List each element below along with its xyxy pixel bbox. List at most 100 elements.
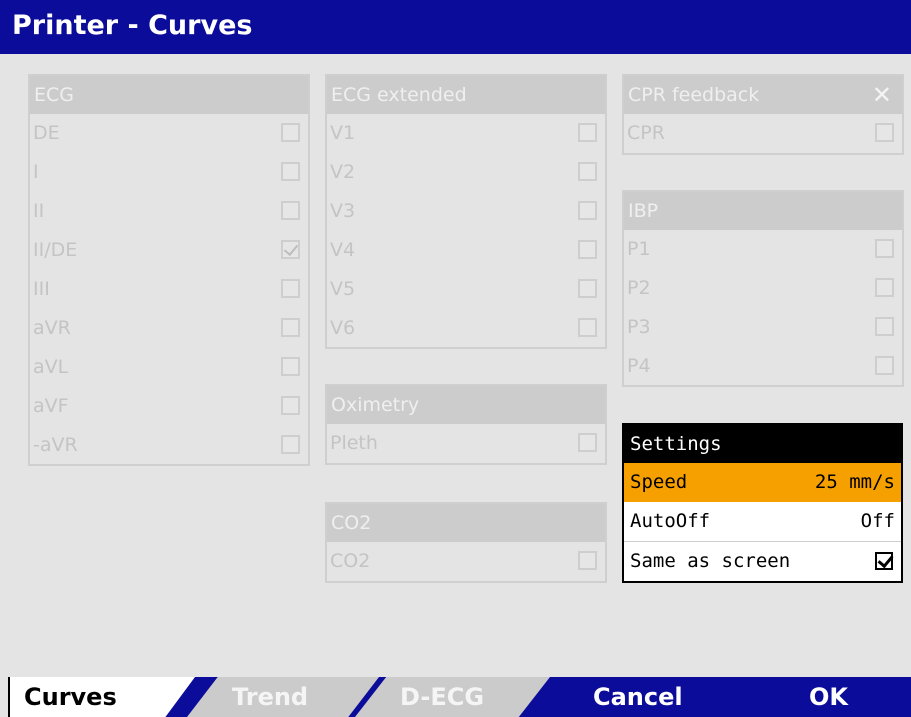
window-title: Printer - Curves [0,0,911,54]
autooff-value: Off [860,510,895,532]
row-label: aVR [33,317,71,339]
same-as-screen-setting[interactable]: Same as screen [624,541,901,580]
row-label: DE [33,122,60,144]
bottom-bar: D-ECG Trend Curves [0,677,911,717]
ecg-row-avf[interactable]: aVF [30,387,308,426]
ecg-row-i[interactable]: I [30,153,308,192]
ibp-panel: IBP P1 P2 P3 P4 [622,190,904,387]
row-label: V3 [330,200,356,222]
tab-curves-label: Curves [24,683,117,711]
cpr-row-cpr[interactable]: CPR [624,114,902,153]
ecg-row-de[interactable]: DE [30,114,308,153]
ecg-row-ii[interactable]: II [30,192,308,231]
tab-curves[interactable]: Curves [10,677,195,717]
speed-setting[interactable]: Speed 25 mm/s [624,463,901,502]
settings-menu: Settings Speed 25 mm/s AutoOff Off Same … [622,423,903,583]
ecg-row-avr[interactable]: aVR [30,309,308,348]
row-checkbox[interactable] [281,240,300,259]
ecg-extended-row-v6[interactable]: V6 [327,309,605,348]
row-label: Pleth [330,432,378,454]
row-label: P1 [627,238,651,260]
same-as-screen-checkbox[interactable] [875,552,893,570]
oximetry-row-pleth[interactable]: Pleth [327,424,605,463]
ibp-row-p3[interactable]: P3 [624,308,902,347]
cpr-feedback-panel-header: CPR feedback ✕ [624,76,902,114]
speed-value: 25 mm/s [814,471,895,493]
ecg-row-avr[interactable]: -aVR [30,426,308,465]
row-checkbox[interactable] [578,551,597,570]
row-label: V6 [330,317,356,339]
ecg-panel-header: ECG [30,76,308,114]
row-checkbox[interactable] [578,279,597,298]
ecg-extended-row-v2[interactable]: V2 [327,153,605,192]
row-checkbox[interactable] [875,356,894,375]
row-checkbox[interactable] [281,279,300,298]
row-checkbox[interactable] [875,239,894,258]
row-label: -aVR [33,434,78,456]
ecg-extended-row-v1[interactable]: V1 [327,114,605,153]
row-label: CPR [627,122,665,144]
cancel-button[interactable]: Cancel [593,683,683,711]
row-label: III [33,278,50,300]
row-label: aVF [33,395,69,417]
row-checkbox[interactable] [875,317,894,336]
ok-button[interactable]: OK [809,683,848,711]
co2-panel-header: CO2 [327,504,605,542]
ecg-extended-panel-header: ECG extended [327,76,605,114]
row-label: V1 [330,122,356,144]
ecg-panel: ECG DE I II II/DE III aVR aVL aVF -aVR [28,74,310,466]
tab-trend-label: Trend [232,683,309,711]
row-label: I [33,161,39,183]
row-checkbox[interactable] [578,201,597,220]
row-label: P4 [627,355,651,377]
co2-panel: CO2 CO2 [325,502,607,583]
row-label: II/DE [33,239,78,261]
cpr-feedback-header-label: CPR feedback [628,84,760,106]
row-checkbox[interactable] [281,201,300,220]
ecg-extended-row-v4[interactable]: V4 [327,231,605,270]
row-checkbox[interactable] [578,123,597,142]
row-checkbox[interactable] [578,318,597,337]
row-checkbox[interactable] [578,240,597,259]
row-label: II [33,200,45,222]
ecg-row-avl[interactable]: aVL [30,348,308,387]
row-checkbox[interactable] [875,123,894,142]
close-icon[interactable]: ✕ [872,76,892,114]
ibp-row-p2[interactable]: P2 [624,269,902,308]
row-label: aVL [33,356,69,378]
row-checkbox[interactable] [281,162,300,181]
row-checkbox[interactable] [281,318,300,337]
row-checkbox[interactable] [875,278,894,297]
cpr-feedback-panel: CPR feedback ✕ CPR [622,74,904,155]
row-label: V2 [330,161,356,183]
row-checkbox[interactable] [281,123,300,142]
row-checkbox[interactable] [281,357,300,376]
row-checkbox[interactable] [281,396,300,415]
tab-decg[interactable]: D-ECG [355,677,550,717]
co2-row-co2[interactable]: CO2 [327,542,605,581]
ibp-row-p1[interactable]: P1 [624,230,902,269]
tab-trend[interactable]: Trend [187,677,379,717]
tab-bar-edge [0,677,10,717]
row-label: V5 [330,278,356,300]
settings-header: Settings [624,425,901,463]
ecg-row-ii-de[interactable]: II/DE [30,231,308,270]
ecg-extended-row-v5[interactable]: V5 [327,270,605,309]
ecg-extended-row-v3[interactable]: V3 [327,192,605,231]
row-label: CO2 [330,550,371,572]
row-label: P2 [627,277,651,299]
ecg-row-iii[interactable]: III [30,270,308,309]
ibp-panel-header: IBP [624,192,902,230]
row-checkbox[interactable] [281,435,300,454]
oximetry-panel: Oximetry Pleth [325,384,607,465]
autooff-setting[interactable]: AutoOff Off [624,502,901,541]
ecg-extended-panel: ECG extended V1 V2 V3 V4 V5 V6 [325,74,607,349]
row-checkbox[interactable] [578,162,597,181]
oximetry-panel-header: Oximetry [327,386,605,424]
speed-label: Speed [630,471,688,493]
row-label: V4 [330,239,356,261]
ibp-row-p4[interactable]: P4 [624,347,902,386]
autooff-label: AutoOff [630,510,711,532]
row-label: P3 [627,316,651,338]
row-checkbox[interactable] [578,433,597,452]
